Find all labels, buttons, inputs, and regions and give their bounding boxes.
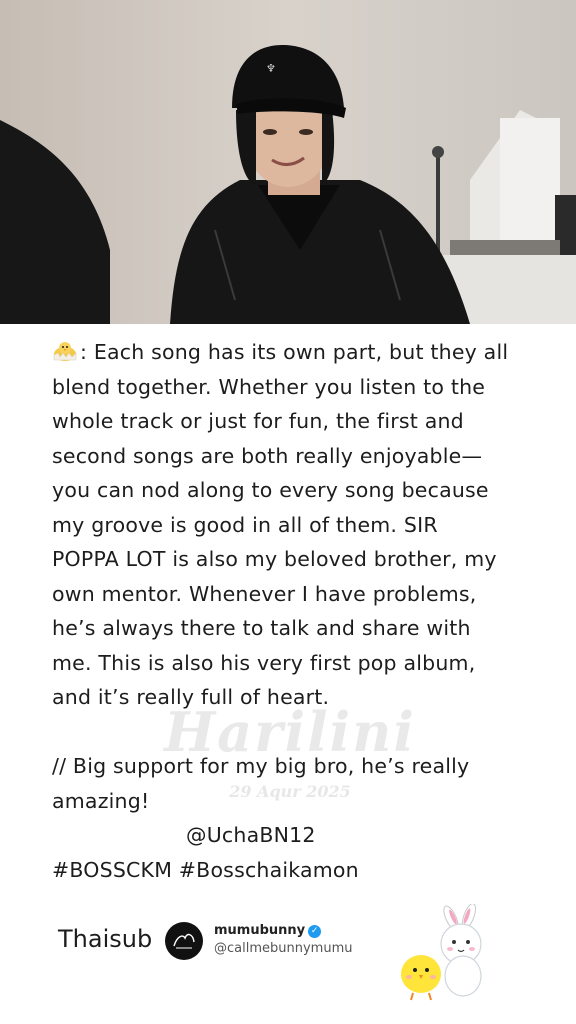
verified-badge-icon: ✓ xyxy=(308,925,322,938)
caption-line: POPPA LOT is also my beloved brother, my xyxy=(52,547,497,571)
caption-line: my groove is good in all of them. SIR xyxy=(52,512,438,537)
account-name[interactable]: mumubunny ✓ xyxy=(214,923,322,938)
caption-line: he’s always there to talk and share with xyxy=(52,616,471,640)
chick-emoji-icon xyxy=(53,342,77,361)
caption-line: me. This is also his very first pop albu… xyxy=(52,650,476,675)
caption-line: and it’s really full of heart. xyxy=(52,685,330,709)
caption-line: own mentor. Whenever I have problems, xyxy=(52,581,477,606)
svg-text:♆: ♆ xyxy=(266,62,276,75)
caption-line: you can nod along to every song because xyxy=(52,478,489,502)
account-handle[interactable]: @callmebunnymumu xyxy=(214,941,352,956)
support-line: // Big support for my big bro, he’s real… xyxy=(52,754,470,778)
caption-line-text: : Each song has its own part, but they a… xyxy=(80,340,509,364)
account-avatar[interactable] xyxy=(165,922,203,960)
account-name-text: mumubunny xyxy=(214,923,306,938)
caption-line: blend together. Whether you listen to th… xyxy=(52,374,486,399)
mention-link[interactable]: @UchaBN12 xyxy=(52,818,542,853)
chick-and-bunny-sticker xyxy=(401,904,482,1001)
hashtags[interactable]: #BOSSCKM #Bosschaikamon xyxy=(52,853,542,888)
caption-line: second songs are both really enjoyable— xyxy=(52,443,483,468)
support-line: amazing! xyxy=(52,788,150,813)
thaisub-label: Thaisub xyxy=(58,925,153,953)
caption-line: : Each song has its own part, but they a… xyxy=(52,335,542,370)
caption-text: : Each song has its own part, but they a… xyxy=(52,335,542,887)
footer-credit: Thaisub mumubunny ✓ @callmebunnymumu xyxy=(0,900,576,1010)
video-frame-photo: ♆ xyxy=(0,0,576,324)
caption-line: whole track or just for fun, the first a… xyxy=(52,409,464,433)
